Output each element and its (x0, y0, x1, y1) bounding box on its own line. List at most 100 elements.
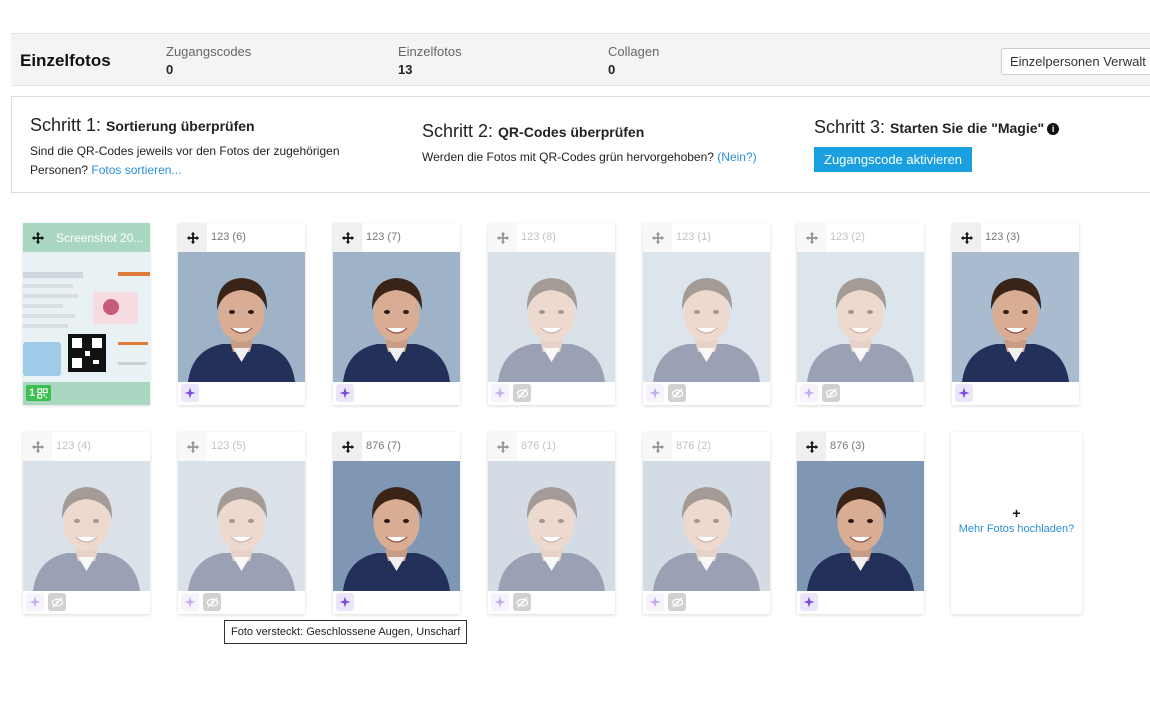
stat-collagen: Collagen 0 (608, 44, 659, 77)
photo-thumbnail[interactable] (178, 252, 305, 382)
eye-off-icon[interactable] (513, 593, 531, 611)
move-icon[interactable] (23, 432, 52, 461)
step-2-description: Werden die Fotos mit QR-Codes grün hervo… (422, 150, 714, 164)
move-icon[interactable] (178, 223, 207, 252)
step-1-text: Sind die QR-Codes jeweils vor den Fotos … (30, 142, 380, 180)
card-filename: 123 (7) (366, 231, 401, 243)
photo-thumbnail[interactable] (797, 252, 924, 382)
photo-card[interactable]: 123 (4) (23, 432, 150, 614)
photo-card[interactable]: 123 (3) (952, 223, 1079, 405)
photo-card[interactable]: 123 (2) (797, 223, 924, 405)
stat-value: 13 (398, 62, 413, 77)
sparkle-icon[interactable] (181, 384, 199, 402)
card-header: 876 (7) (333, 432, 460, 461)
photo-thumbnail[interactable] (178, 461, 305, 591)
photo-thumbnail[interactable] (333, 461, 460, 591)
move-icon[interactable] (333, 432, 362, 461)
sparkle-icon[interactable] (336, 384, 354, 402)
step-2-text: Werden die Fotos mit QR-Codes grün hervo… (422, 148, 792, 167)
step-2-title: QR-Codes überprüfen (498, 124, 645, 140)
step-3: Schritt 3: Starten Sie die "Magie" i Zuga… (814, 117, 1144, 172)
card-header: 123 (1) (643, 223, 770, 252)
card-filename: 123 (4) (56, 440, 91, 452)
upload-more-link[interactable]: Mehr Fotos hochladen? (951, 523, 1082, 535)
sparkle-icon[interactable] (646, 593, 664, 611)
step-1-heading: Schritt 1: Sortierung überprüfen (30, 115, 380, 136)
stat-zugangscodes: Zugangscodes 0 (166, 44, 251, 77)
photo-card[interactable]: 876 (3) (797, 432, 924, 614)
photo-card[interactable]: 876 (7) (333, 432, 460, 614)
photo-card[interactable]: 123 (6) (178, 223, 305, 405)
move-icon[interactable] (797, 223, 826, 252)
card-header: 876 (2) (643, 432, 770, 461)
eye-off-icon[interactable] (48, 593, 66, 611)
card-header: 123 (5) (178, 432, 305, 461)
move-icon[interactable] (643, 432, 672, 461)
card-filename: 876 (3) (830, 440, 865, 452)
card-filename: 123 (6) (211, 231, 246, 243)
stat-label: Einzelfotos (398, 44, 462, 59)
card-footer (333, 383, 460, 405)
move-icon[interactable] (333, 223, 362, 252)
sparkle-icon[interactable] (800, 593, 818, 611)
qr-count-badge: 1 (26, 385, 52, 401)
photo-thumbnail[interactable] (488, 461, 615, 591)
sparkle-icon[interactable] (955, 384, 973, 402)
photo-thumbnail[interactable] (643, 252, 770, 382)
activate-code-button[interactable]: Zugangscode aktivieren (814, 147, 973, 172)
eye-off-icon[interactable] (668, 593, 686, 611)
photo-card[interactable]: 876 (1) (488, 432, 615, 614)
mode-select[interactable]: Einzelpersonen Verwalt (1001, 48, 1150, 75)
photo-card[interactable]: 123 (7) (333, 223, 460, 405)
sparkle-icon[interactable] (26, 593, 44, 611)
card-footer: 1 (23, 383, 150, 405)
eye-off-icon[interactable] (513, 384, 531, 402)
sort-photos-link[interactable]: Fotos sortieren... (91, 163, 181, 177)
photo-thumbnail[interactable] (488, 252, 615, 382)
photo-thumbnail[interactable] (643, 461, 770, 591)
sparkle-icon[interactable] (181, 593, 199, 611)
card-filename: Screenshot 20... (56, 231, 144, 245)
card-header: 123 (8) (488, 223, 615, 252)
photo-card[interactable]: 876 (2) (643, 432, 770, 614)
sparkle-icon[interactable] (336, 593, 354, 611)
sparkle-icon[interactable] (491, 593, 509, 611)
move-icon[interactable] (488, 432, 517, 461)
card-footer (797, 383, 924, 405)
photo-thumbnail[interactable] (797, 461, 924, 591)
move-icon[interactable] (178, 432, 207, 461)
photo-thumbnail[interactable] (333, 252, 460, 382)
photo-card[interactable]: 123 (1) (643, 223, 770, 405)
step-3-title: Starten Sie die "Magie" (890, 120, 1045, 136)
eye-off-icon[interactable] (822, 384, 840, 402)
card-header: 876 (1) (488, 432, 615, 461)
qr-code-card[interactable]: Screenshot 20... 1 (23, 223, 150, 405)
photo-thumbnail[interactable] (952, 252, 1079, 382)
move-icon[interactable] (952, 223, 981, 252)
sparkle-icon[interactable] (800, 384, 818, 402)
card-filename: 876 (2) (676, 440, 711, 452)
sparkle-icon[interactable] (646, 384, 664, 402)
photo-card[interactable]: 123 (8) (488, 223, 615, 405)
photo-thumbnail[interactable] (23, 461, 150, 591)
steps-panel: Schritt 1: Sortierung überprüfen Sind di… (11, 96, 1150, 193)
stats-bar: Einzelfotos Zugangscodes 0 Einzelfotos 1… (11, 33, 1150, 86)
photo-card[interactable]: 123 (5) (178, 432, 305, 614)
card-footer (178, 592, 305, 614)
move-icon[interactable] (797, 432, 826, 461)
upload-more-card[interactable]: + Mehr Fotos hochladen? (951, 432, 1082, 614)
move-icon[interactable] (488, 223, 517, 252)
card-header: 876 (3) (797, 432, 924, 461)
move-icon[interactable] (23, 223, 52, 252)
qr-help-link[interactable]: (Nein?) (717, 150, 756, 164)
step-1: Schritt 1: Sortierung überprüfen Sind di… (30, 115, 380, 180)
info-icon[interactable]: i (1047, 123, 1060, 135)
sparkle-icon[interactable] (491, 384, 509, 402)
step-1-title: Sortierung überprüfen (106, 118, 255, 134)
plus-icon: + (1012, 505, 1021, 521)
card-header: Screenshot 20... (23, 223, 150, 252)
move-icon[interactable] (643, 223, 672, 252)
eye-off-icon[interactable] (668, 384, 686, 402)
eye-off-icon[interactable] (203, 593, 221, 611)
card-footer (333, 592, 460, 614)
